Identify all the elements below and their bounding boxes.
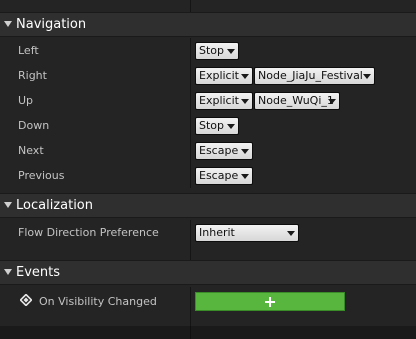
flow-direction-value: Inherit — [199, 226, 235, 239]
nav-left-rule-combo[interactable]: Stop — [195, 42, 239, 60]
top-strip — [0, 0, 416, 12]
chevron-down-icon — [241, 99, 249, 104]
localization-category-title: Localization — [16, 198, 93, 213]
nav-down-rule-combo[interactable]: Stop — [195, 117, 239, 135]
nav-previous-rule-value: Escape — [199, 169, 239, 182]
nav-next-rule-value: Escape — [199, 144, 239, 157]
navigation-category-title: Navigation — [16, 17, 87, 32]
event-diamond-icon — [20, 294, 32, 306]
on-visibility-changed-label: On Visibility Changed — [39, 295, 157, 308]
nav-up-widget-combo[interactable]: Node_WuQi_1 — [254, 92, 340, 110]
chevron-down-icon — [227, 124, 235, 129]
chevron-down-icon — [287, 231, 295, 236]
spacer-row — [0, 245, 416, 260]
nav-right-rule-value: Explicit — [199, 69, 239, 82]
nav-right-widget-value: Node_JiaJu_Festival — [258, 69, 363, 82]
nav-row-up: Up Explicit Node_WuQi_1 — [0, 88, 416, 113]
column-divider — [190, 63, 191, 88]
flow-direction-row: Flow Direction Preference Inherit — [0, 220, 416, 245]
nav-row-left: Left Stop — [0, 38, 416, 63]
nav-up-widget-value: Node_WuQi_1 — [258, 94, 334, 107]
navigation-category-header[interactable]: Navigation — [0, 12, 416, 37]
chevron-down-icon — [241, 174, 249, 179]
bottom-strip — [0, 326, 416, 339]
nav-up-rule-combo[interactable]: Explicit — [195, 92, 253, 110]
nav-down-label: Down — [18, 119, 50, 132]
flow-direction-combo[interactable]: Inherit — [195, 224, 299, 242]
nav-previous-label: Previous — [18, 169, 65, 182]
expand-arrow-icon[interactable] — [4, 269, 12, 275]
expand-arrow-icon[interactable] — [4, 21, 12, 27]
events-category-header[interactable]: Events — [0, 260, 416, 285]
chevron-down-icon — [328, 99, 336, 104]
chevron-down-icon — [227, 49, 235, 54]
column-divider — [190, 163, 191, 188]
column-divider — [190, 287, 191, 326]
column-divider — [190, 38, 191, 63]
column-divider — [190, 0, 191, 12]
nav-up-rule-value: Explicit — [199, 94, 239, 107]
chevron-down-icon — [241, 74, 249, 79]
column-divider — [190, 88, 191, 113]
nav-row-next: Next Escape — [0, 138, 416, 163]
nav-next-label: Next — [18, 144, 44, 157]
nav-right-rule-combo[interactable]: Explicit — [195, 67, 253, 85]
nav-left-rule-value: Stop — [199, 44, 225, 57]
column-divider — [190, 245, 191, 260]
nav-next-rule-combo[interactable]: Escape — [195, 142, 253, 160]
nav-row-previous: Previous Escape — [0, 163, 416, 188]
nav-up-label: Up — [18, 94, 34, 107]
chevron-down-icon — [363, 74, 371, 79]
expand-arrow-icon[interactable] — [4, 202, 12, 208]
add-event-button[interactable] — [195, 292, 345, 311]
chevron-down-icon — [241, 149, 249, 154]
plus-icon — [265, 296, 275, 307]
column-divider — [190, 113, 191, 138]
column-divider — [190, 326, 191, 339]
nav-previous-rule-combo[interactable]: Escape — [195, 167, 253, 185]
nav-down-rule-value: Stop — [199, 119, 225, 132]
nav-left-label: Left — [18, 44, 39, 57]
nav-right-label: Right — [18, 69, 47, 82]
column-divider — [190, 138, 191, 163]
nav-row-down: Down Stop — [0, 113, 416, 138]
events-category-title: Events — [16, 265, 61, 280]
column-divider — [190, 220, 191, 245]
nav-right-widget-combo[interactable]: Node_JiaJu_Festival — [254, 67, 375, 85]
flow-direction-label: Flow Direction Preference — [18, 226, 159, 239]
nav-row-right: Right Explicit Node_JiaJu_Festival — [0, 63, 416, 88]
localization-category-header[interactable]: Localization — [0, 193, 416, 218]
